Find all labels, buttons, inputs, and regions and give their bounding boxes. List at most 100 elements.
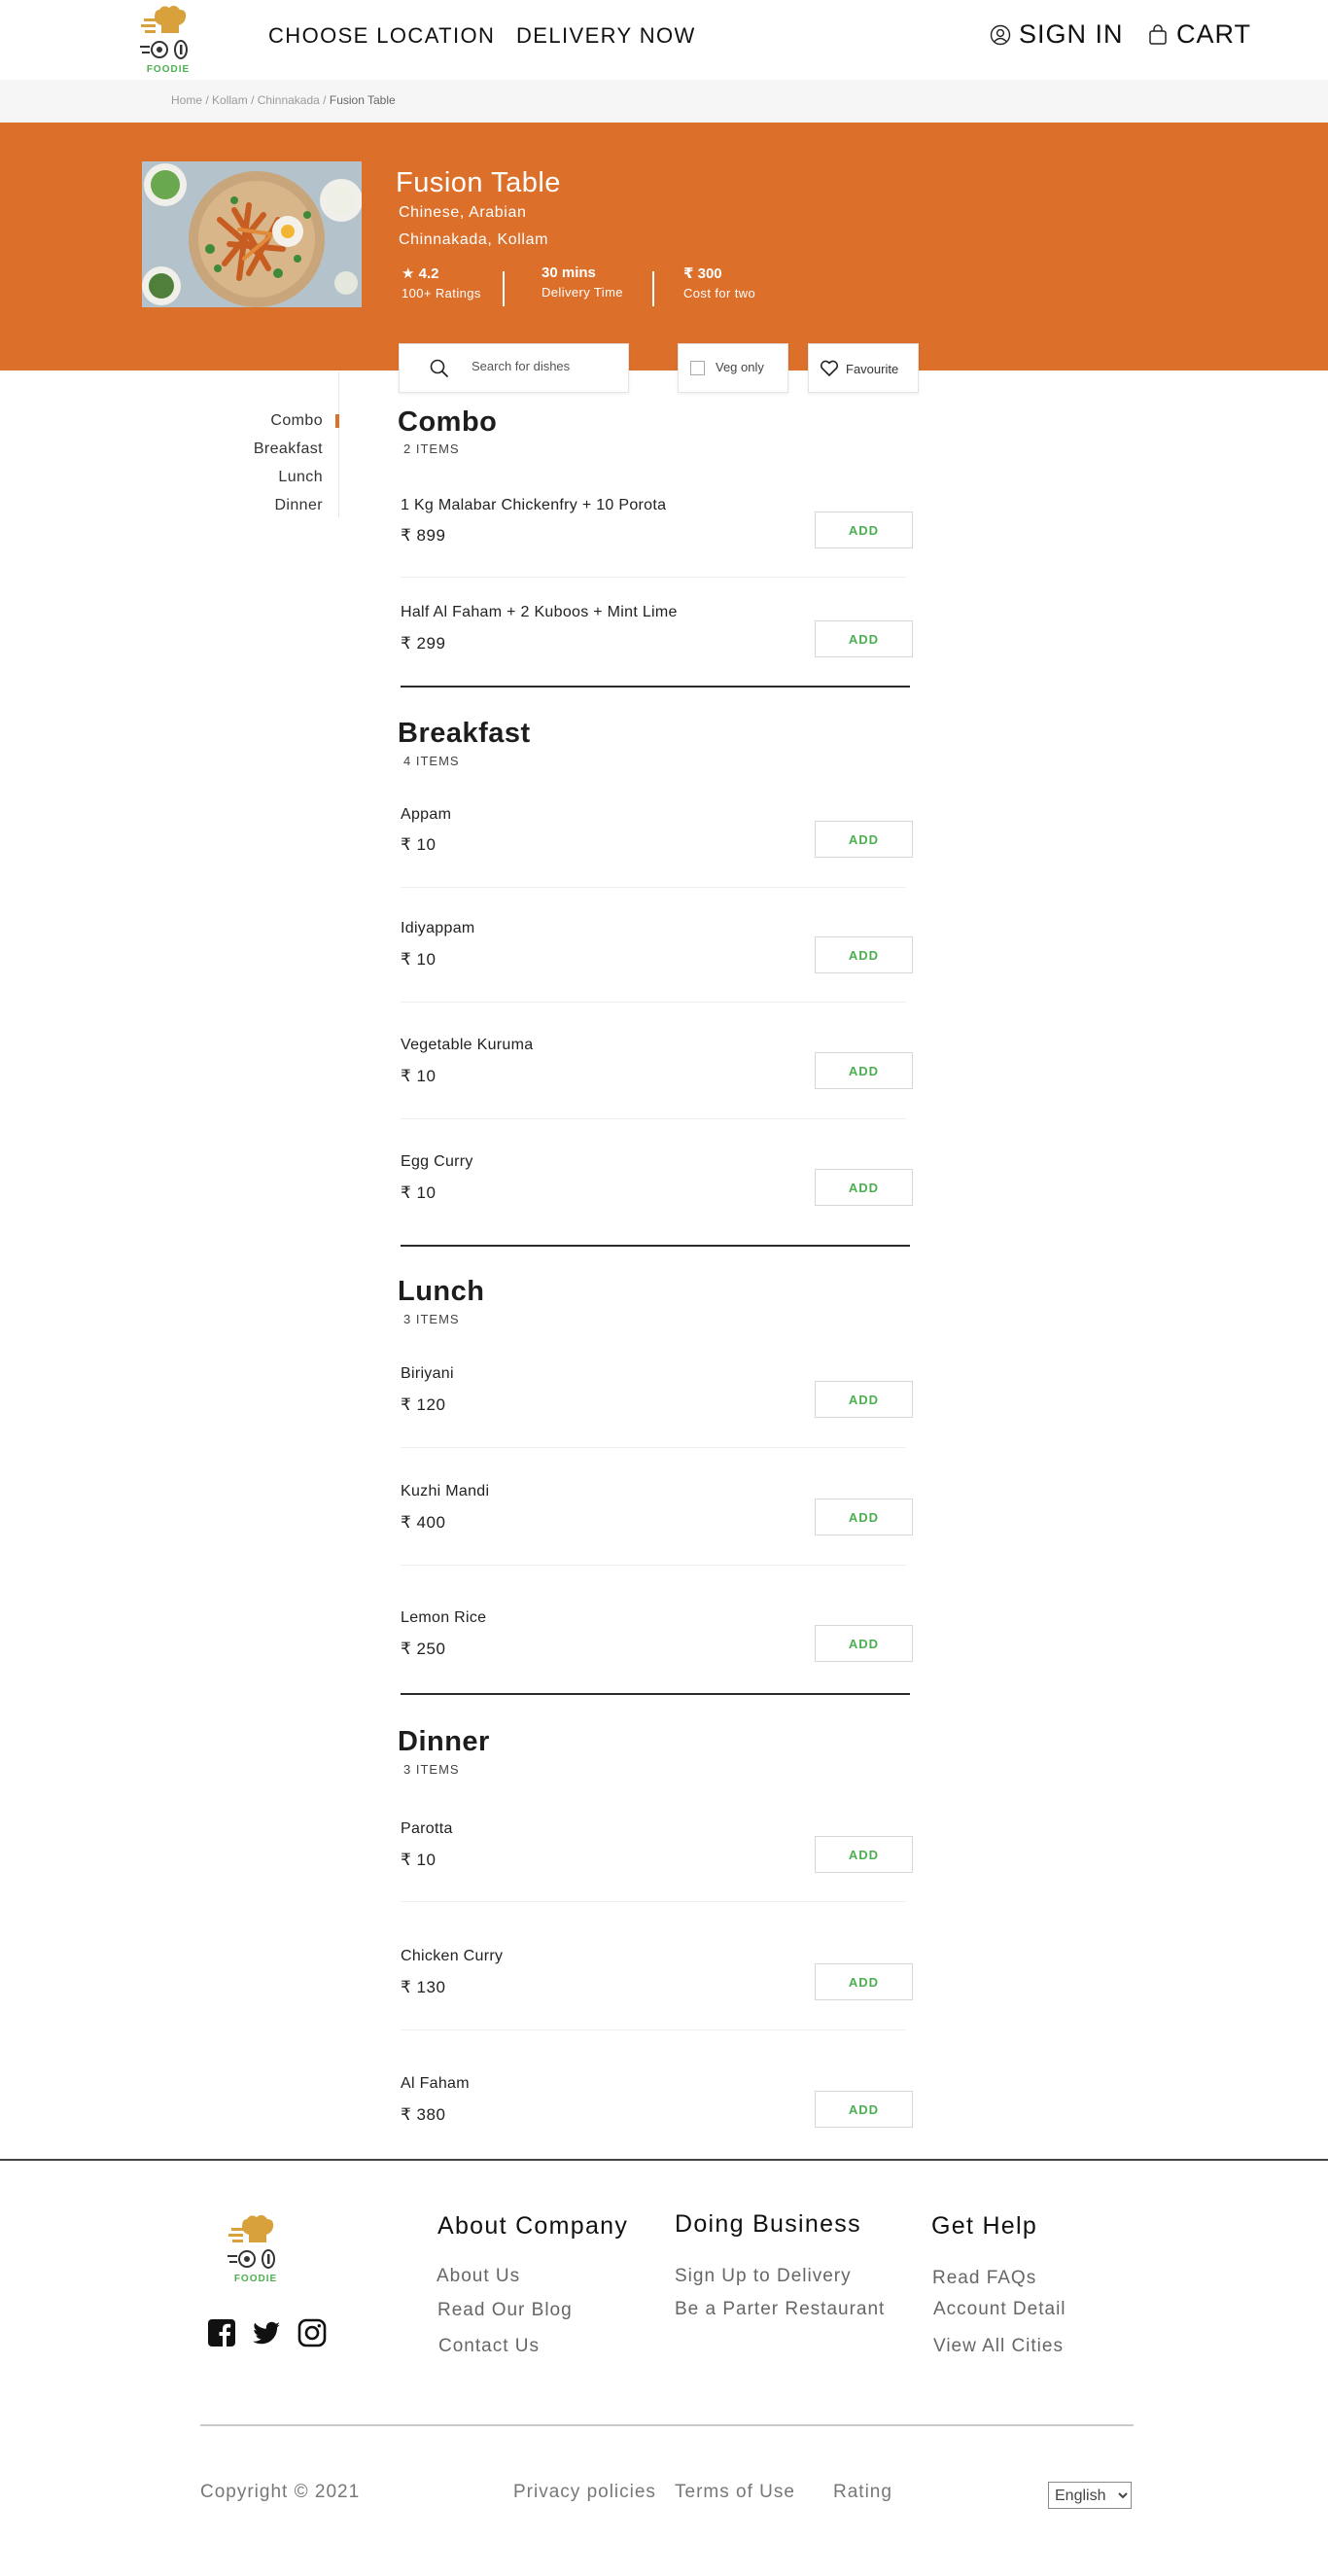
footer-link-privacy[interactable]: Privacy policies <box>513 2482 656 2503</box>
heart-icon <box>820 360 839 376</box>
sidebar-item-lunch[interactable]: Lunch <box>278 469 323 486</box>
add-to-cart-button[interactable]: ADD <box>815 1625 913 1662</box>
delivery-stat: 30 mins Delivery Time <box>542 265 623 300</box>
category-sidebar-divider <box>338 371 339 517</box>
facebook-icon[interactable] <box>207 2318 236 2347</box>
sidebar-item-dinner[interactable]: Dinner <box>274 497 323 514</box>
footer-rule <box>200 2424 1134 2426</box>
add-to-cart-button[interactable]: ADD <box>815 512 913 548</box>
rating-stat: ★ 4.2 100+ Ratings <box>402 265 481 300</box>
cart-button[interactable]: CART <box>1147 19 1251 50</box>
top-header: FOODIE CHOOSE LOCATION DELIVERY NOW SIGN… <box>0 0 1328 80</box>
add-to-cart-button[interactable]: ADD <box>815 620 913 657</box>
add-to-cart-button[interactable]: ADD <box>815 1381 913 1418</box>
breadcrumb: Home / Kollam / Chinnakada / Fusion Tabl… <box>171 93 396 107</box>
section-count-dinner: 3 ITEMS <box>403 1762 460 1777</box>
add-to-cart-button[interactable]: ADD <box>815 2091 913 2128</box>
add-to-cart-button[interactable]: ADD <box>815 1836 913 1873</box>
menu-item-price: ₹ 899 <box>401 526 446 545</box>
menu-item-name: Half Al Faham + 2 Kuboos + Mint Lime <box>401 604 678 620</box>
footer-logo[interactable]: FOODIE <box>224 2213 288 2285</box>
section-divider <box>401 1245 910 1247</box>
language-select[interactable]: English <box>1048 2482 1132 2509</box>
section-count-lunch: 3 ITEMS <box>403 1312 460 1326</box>
delivery-time-label: Delivery Time <box>542 285 623 300</box>
footer-link-about-us[interactable]: About Us <box>437 2266 520 2287</box>
stat-divider <box>652 271 654 306</box>
footer-link-sign-up-delivery[interactable]: Sign Up to Delivery <box>675 2266 852 2287</box>
cost-value: 300 <box>697 265 722 282</box>
restaurant-name: Fusion Table <box>396 167 561 198</box>
cost-label: Cost for two <box>683 286 756 300</box>
menu-item-price: ₹ 10 <box>401 950 437 969</box>
stat-divider <box>503 271 505 306</box>
footer-link-view-cities[interactable]: View All Cities <box>933 2336 1064 2357</box>
item-divider <box>401 1901 906 1902</box>
menu-item-price: ₹ 10 <box>401 835 437 854</box>
rating-label: 100+ Ratings <box>402 286 481 300</box>
section-title-lunch: Lunch <box>398 1276 485 1307</box>
rupee-icon: ₹ <box>683 265 694 282</box>
instagram-icon[interactable] <box>297 2318 327 2347</box>
item-divider <box>401 1002 906 1003</box>
section-title-breakfast: Breakfast <box>398 718 531 749</box>
breadcrumb-current: Fusion Table <box>329 93 396 107</box>
footer-link-terms[interactable]: Terms of Use <box>675 2482 795 2503</box>
veg-only-checkbox[interactable] <box>690 361 705 375</box>
footer-link-rating[interactable]: Rating <box>833 2482 892 2503</box>
section-count-breakfast: 4 ITEMS <box>403 754 460 768</box>
footer-heading-business: Doing Business <box>675 2210 861 2238</box>
breadcrumb-area[interactable]: Chinnakada <box>258 93 320 107</box>
restaurant-location: Chinnakada, Kollam <box>399 231 548 248</box>
add-to-cart-button[interactable]: ADD <box>815 821 913 858</box>
sidebar-item-combo[interactable]: Combo <box>270 412 323 430</box>
menu-item-name: Vegetable Kuruma <box>401 1037 534 1053</box>
add-to-cart-button[interactable]: ADD <box>815 1169 913 1206</box>
menu-item-price: ₹ 130 <box>401 1978 446 1996</box>
section-title-dinner: Dinner <box>398 1726 490 1757</box>
menu-item-price: ₹ 250 <box>401 1640 446 1658</box>
breadcrumb-home[interactable]: Home <box>171 93 202 107</box>
breadcrumb-city[interactable]: Kollam <box>212 93 248 107</box>
add-to-cart-button[interactable]: ADD <box>815 1499 913 1535</box>
menu-item-price: ₹ 400 <box>401 1513 446 1532</box>
menu-item-name: Al Faham <box>401 2075 470 2092</box>
brand-logo[interactable]: FOODIE <box>138 4 198 76</box>
menu-item-name: Idiyappam <box>401 920 475 936</box>
footer-link-account-detail[interactable]: Account Detail <box>933 2299 1066 2320</box>
item-divider <box>401 887 906 888</box>
footer-heading-help: Get Help <box>931 2212 1038 2240</box>
add-to-cart-button[interactable]: ADD <box>815 1052 913 1089</box>
dish-search <box>399 343 629 393</box>
menu-item-price: ₹ 380 <box>401 2105 446 2124</box>
item-divider <box>401 2029 906 2030</box>
footer-link-faqs[interactable]: Read FAQs <box>932 2268 1036 2289</box>
footer-heading-about: About Company <box>437 2212 629 2240</box>
add-to-cart-button[interactable]: ADD <box>815 1963 913 2000</box>
chef-hat-logo-icon <box>227 2214 275 2269</box>
sidebar-item-breakfast[interactable]: Breakfast <box>254 441 323 458</box>
sign-in-button[interactable]: SIGN IN <box>990 19 1124 50</box>
restaurant-cuisines: Chinese, Arabian <box>399 204 527 221</box>
veg-only-toggle[interactable]: Veg only <box>678 343 788 393</box>
user-circle-icon <box>990 24 1011 45</box>
cart-label: CART <box>1176 19 1252 49</box>
nav-delivery-now[interactable]: DELIVERY NOW <box>516 23 696 49</box>
menu-item-name: Kuzhi Mandi <box>401 1483 490 1500</box>
add-to-cart-button[interactable]: ADD <box>815 936 913 973</box>
footer-link-partner-restaurant[interactable]: Be a Parter Restaurant <box>675 2299 885 2320</box>
section-title-combo: Combo <box>398 406 498 438</box>
item-divider <box>401 577 906 578</box>
footer-link-blog[interactable]: Read Our Blog <box>437 2300 573 2321</box>
breadcrumb-separator: / <box>205 93 209 107</box>
search-input[interactable] <box>472 359 617 373</box>
nav-choose-location[interactable]: CHOOSE LOCATION <box>268 23 495 49</box>
favourite-button[interactable]: Favourite <box>808 343 919 393</box>
section-count-combo: 2 ITEMS <box>403 441 460 456</box>
favourite-label: Favourite <box>846 362 899 376</box>
twitter-icon[interactable] <box>252 2318 281 2347</box>
breadcrumb-separator: / <box>323 93 327 107</box>
veg-only-label: Veg only <box>716 360 764 374</box>
footer-link-contact[interactable]: Contact Us <box>438 2336 540 2357</box>
sign-in-label: SIGN IN <box>1019 19 1124 49</box>
